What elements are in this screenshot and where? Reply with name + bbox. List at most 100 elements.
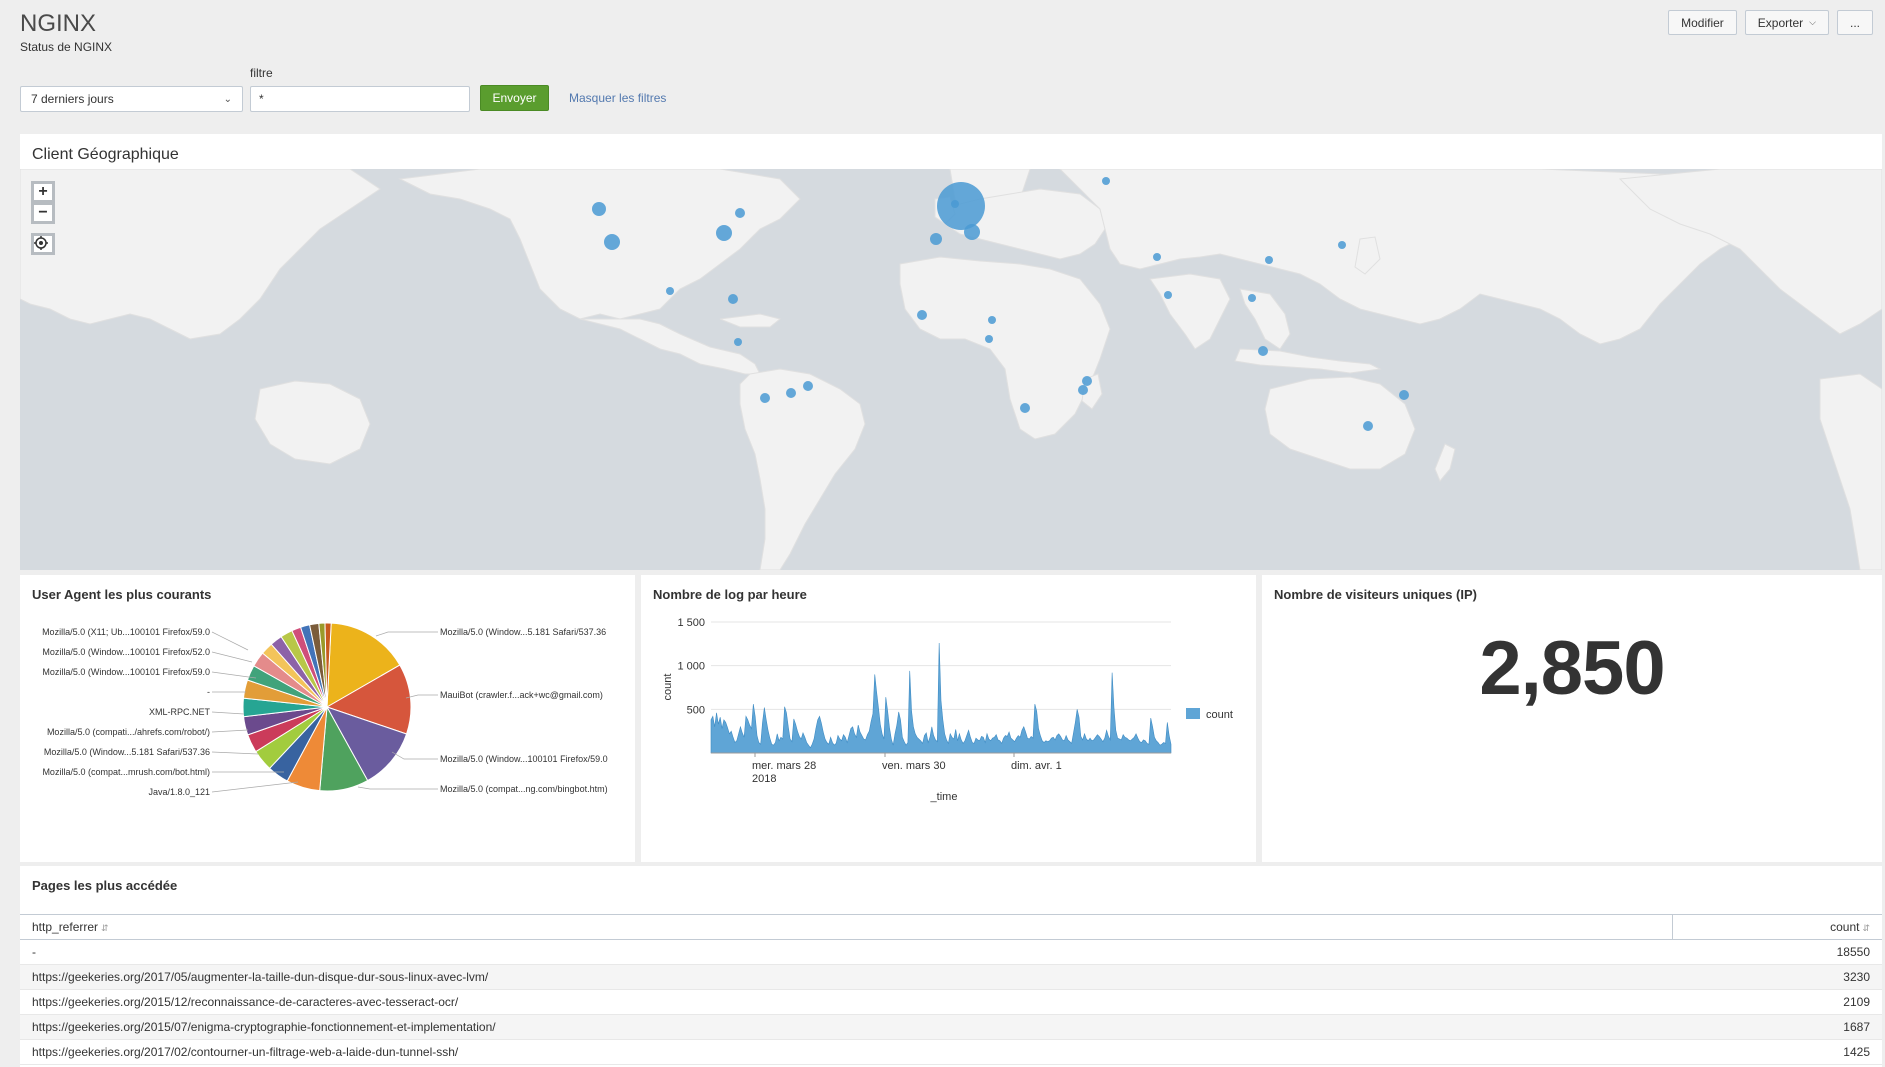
pie-label: Mozilla/5.0 (compat...mrush.com/bot.html… — [42, 767, 210, 777]
map-marker[interactable] — [1338, 241, 1346, 249]
map-marker[interactable] — [716, 225, 732, 241]
map-marker[interactable] — [988, 316, 996, 324]
map-marker[interactable] — [734, 338, 742, 346]
legend-swatch — [1186, 708, 1200, 719]
y-tick-label: 1 000 — [677, 661, 705, 673]
map-marker[interactable] — [786, 388, 796, 398]
map-marker[interactable] — [937, 182, 985, 230]
geo-map-panel: Client Géographique + − — [20, 134, 1882, 570]
map-marker[interactable] — [1258, 346, 1268, 356]
referrer-cell: https://geekeries.org/2017/05/augmenter-… — [20, 964, 1672, 990]
pie-label: Java/1.8.0_121 — [148, 787, 210, 797]
world-map[interactable]: + − — [20, 169, 1882, 570]
export-label: Exporter — [1757, 15, 1804, 30]
table-row[interactable]: https://geekeries.org/2015/12/reconnaiss… — [20, 989, 1882, 1015]
map-marker[interactable] — [1153, 253, 1161, 261]
user-agent-pie-panel: User Agent les plus courants Mozilla/5.0… — [20, 575, 635, 862]
more-actions-button[interactable]: ... — [1836, 10, 1873, 35]
pie-leader-line — [391, 751, 438, 760]
table-row[interactable]: https://geekeries.org/2017/05/augmenter-… — [20, 964, 1882, 990]
count-cell: 1425 — [1672, 1039, 1882, 1065]
map-marker[interactable] — [604, 234, 620, 250]
map-marker[interactable] — [1082, 376, 1092, 386]
count-cell: 18550 — [1672, 939, 1882, 965]
export-button[interactable]: Exporter ⌵ — [1744, 10, 1829, 35]
col-header-label: http_referrer — [32, 920, 99, 934]
col-header-label: count — [1830, 920, 1860, 934]
pie-label: Mozilla/5.0 (Window...100101 Firefox/52.… — [42, 647, 210, 657]
pie-leader-line — [211, 729, 249, 733]
unique-visitors-panel: Nombre de visiteurs uniques (IP) 2,850 — [1262, 575, 1882, 862]
recenter-button[interactable] — [31, 233, 55, 255]
map-marker[interactable] — [666, 287, 674, 295]
map-marker[interactable] — [735, 208, 745, 218]
map-marker[interactable] — [592, 202, 606, 216]
panel-title: Pages les plus accédée — [32, 878, 178, 893]
table-row[interactable]: https://geekeries.org/2017/02/contourner… — [20, 1039, 1882, 1065]
time-range-value: 7 derniers jours — [31, 92, 114, 106]
referrer-cell: https://geekeries.org/2015/07/enigma-cry… — [20, 1014, 1672, 1040]
map-marker[interactable] — [803, 381, 813, 391]
table-row[interactable]: -18550 — [20, 939, 1882, 965]
logs-per-hour-panel: Nombre de log par heure 500 1 000 1 500 mer… — [641, 575, 1256, 862]
pie-label: Mozilla/5.0 (compat...ng.com/bingbot.htm… — [440, 784, 608, 794]
pie-label: Mozilla/5.0 (Window...100101 Firefox/59.… — [440, 754, 608, 764]
submit-button[interactable]: Envoyer — [480, 85, 549, 111]
panel-title: User Agent les plus courants — [32, 587, 212, 602]
x-axis-label: _time — [930, 791, 958, 803]
x-tick-label: 2018 — [752, 773, 776, 785]
map-marker[interactable] — [930, 233, 942, 245]
more-label: ... — [1849, 15, 1860, 30]
map-marker[interactable] — [1102, 177, 1110, 185]
table-row[interactable]: https://geekeries.org/2015/07/enigma-cry… — [20, 1014, 1882, 1040]
map-marker[interactable] — [964, 224, 980, 240]
col-header-count[interactable]: count ⇵ — [1671, 914, 1882, 940]
time-range-select[interactable]: 7 derniers jours ⌄ — [20, 86, 243, 112]
pie-label: - — [207, 687, 210, 697]
legend-label[interactable]: count — [1206, 709, 1233, 721]
area-series[interactable] — [710, 642, 1172, 754]
map-marker[interactable] — [1399, 390, 1409, 400]
pie-leader-line — [211, 711, 245, 715]
pie-leader-line — [211, 631, 249, 651]
pie-chart: Mozilla/5.0 (X11; Ub...100101 Firefox/59… — [42, 622, 608, 797]
map-marker[interactable] — [728, 294, 738, 304]
map-marker[interactable] — [1020, 403, 1030, 413]
panel-title: Nombre de log par heure — [653, 587, 807, 602]
map-marker[interactable] — [1363, 421, 1373, 431]
edit-button[interactable]: Modifier — [1668, 10, 1737, 35]
top-pages-table: http_referrer ⇵ count ⇵ -18550 https://gee… — [20, 914, 1882, 1065]
target-icon — [34, 236, 48, 250]
plus-icon: + — [38, 183, 48, 200]
hide-filters-link[interactable]: Masquer les filtres — [569, 91, 666, 105]
area-chart: 500 1 000 1 500 mer. mars 282018 ven. mars 3… — [662, 617, 1233, 803]
sort-icon: ⇵ — [101, 923, 109, 933]
map-marker[interactable] — [1265, 256, 1273, 264]
x-tick-label: dim. avr. 1 — [1011, 760, 1062, 772]
pie-label: Mozilla/5.0 (Window...100101 Firefox/59.… — [42, 667, 210, 677]
map-marker[interactable] — [1078, 385, 1088, 395]
page-subtitle: Status de NGINX — [20, 40, 113, 54]
pie-label: MauiBot (crawler.f...ack+wc@gmail.com) — [440, 690, 603, 700]
pie-leader-line — [211, 651, 253, 663]
pie-leader-line — [357, 786, 438, 790]
pie-label: Mozilla/5.0 (Window...5.181 Safari/537.3… — [44, 747, 210, 757]
referrer-cell: https://geekeries.org/2017/02/contourner… — [20, 1039, 1672, 1065]
pie-leader-line — [211, 751, 259, 755]
map-marker[interactable] — [985, 335, 993, 343]
map-marker[interactable] — [1164, 291, 1172, 299]
page-title: NGINX — [20, 10, 97, 37]
zoom-in-button[interactable]: + — [31, 181, 55, 203]
x-tick-label: ven. mars 30 — [882, 760, 946, 772]
map-marker[interactable] — [951, 200, 959, 208]
map-marker[interactable] — [760, 393, 770, 403]
col-header-referrer[interactable]: http_referrer ⇵ — [20, 914, 1672, 940]
pie-leader-line — [375, 631, 438, 637]
zoom-out-button[interactable]: − — [31, 202, 55, 224]
map-marker[interactable] — [1248, 294, 1256, 302]
y-axis-label: count — [662, 674, 674, 701]
count-cell: 1687 — [1672, 1014, 1882, 1040]
map-marker[interactable] — [917, 310, 927, 320]
filter-input[interactable] — [250, 86, 470, 112]
chevron-down-icon: ⌄ — [223, 93, 232, 105]
